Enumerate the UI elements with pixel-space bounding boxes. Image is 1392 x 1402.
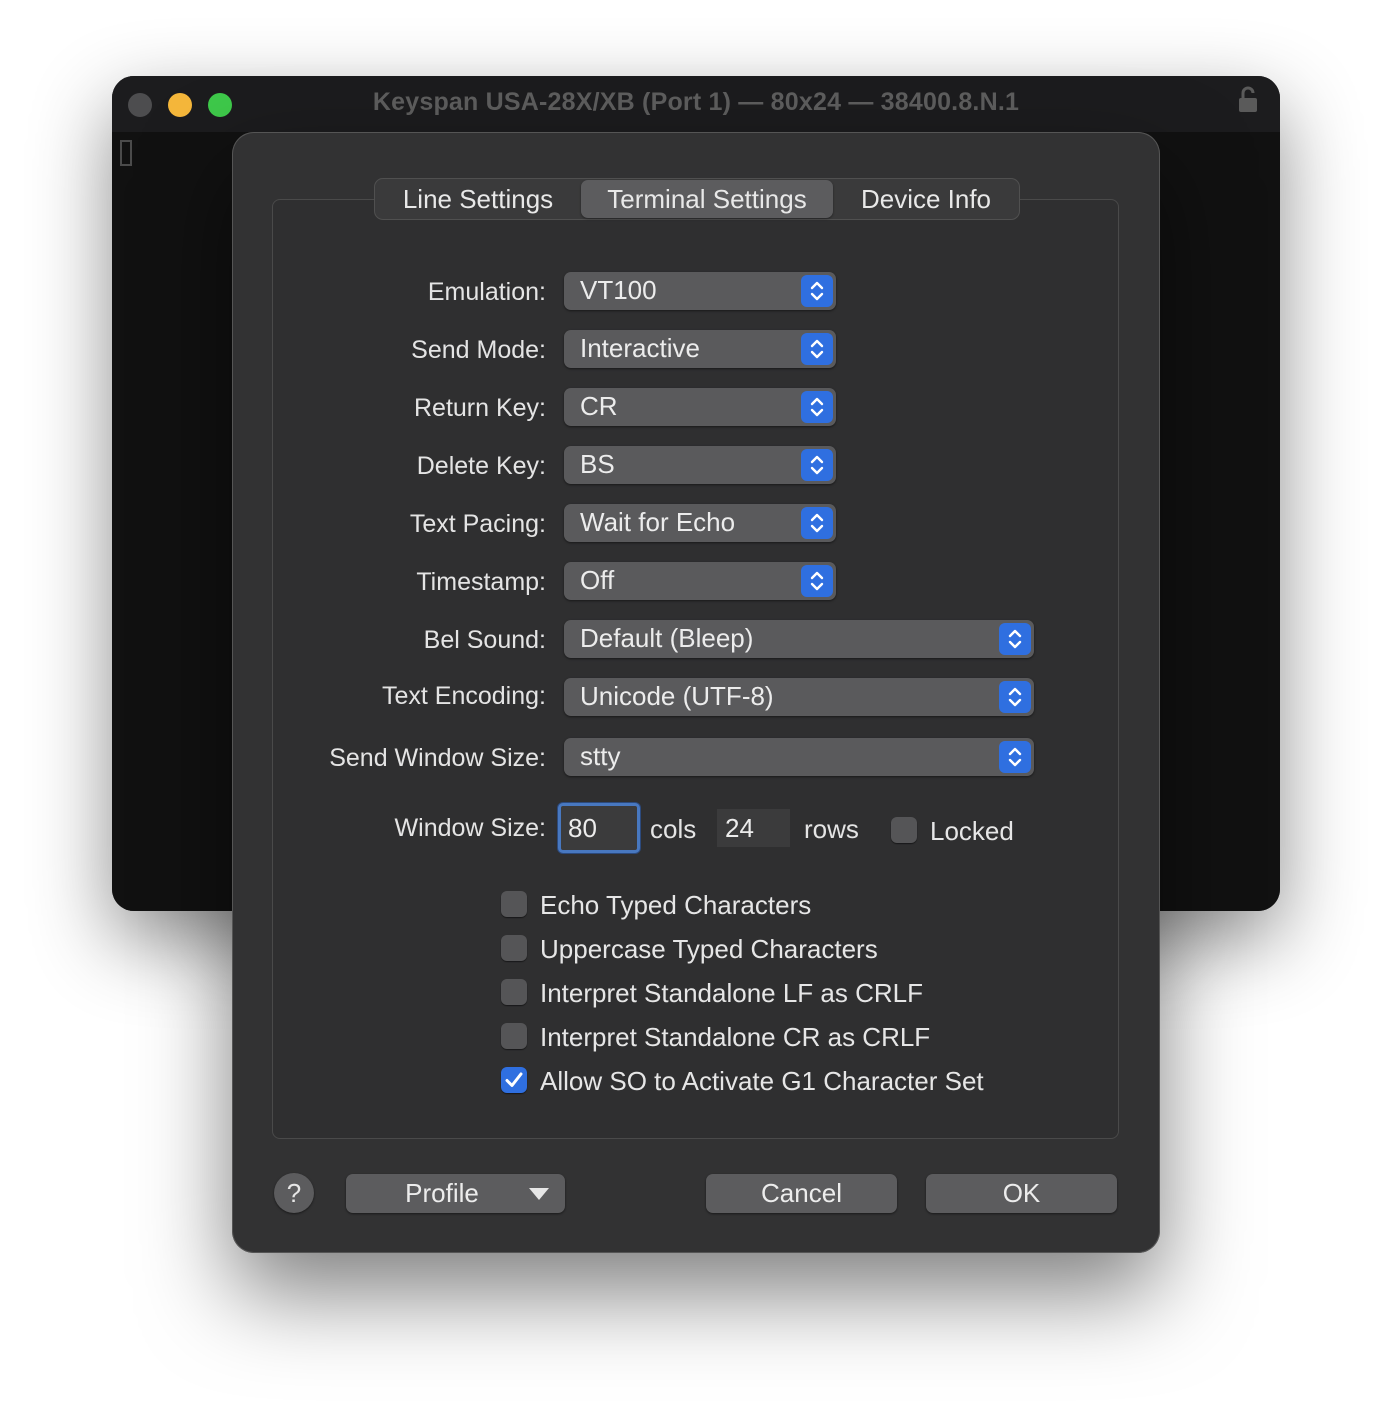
return-key-popup[interactable]: CR xyxy=(564,388,836,426)
rows-field[interactable]: 24 xyxy=(717,809,790,847)
tab-bar: Line Settings Terminal Settings Device I… xyxy=(374,178,1020,220)
lf-as-crlf-label: Interpret Standalone LF as CRLF xyxy=(540,978,923,1008)
delete-key-popup[interactable]: BS xyxy=(564,446,836,484)
chevron-updown-icon xyxy=(999,681,1031,713)
timestamp-label: Timestamp: xyxy=(416,568,546,596)
rows-unit-label: rows xyxy=(804,814,859,844)
cancel-button[interactable]: Cancel xyxy=(706,1174,897,1213)
return-key-value: CR xyxy=(580,391,618,421)
ok-button[interactable]: OK xyxy=(926,1174,1117,1213)
chevron-updown-icon xyxy=(801,449,833,481)
text-encoding-value: Unicode (UTF-8) xyxy=(580,681,774,711)
bel-sound-popup[interactable]: Default (Bleep) xyxy=(564,620,1034,658)
text-encoding-popup[interactable]: Unicode (UTF-8) xyxy=(564,678,1034,716)
window-title: Keyspan USA-28X/XB (Port 1) — 80x24 — 38… xyxy=(372,88,1020,116)
text-pacing-label: Text Pacing: xyxy=(409,510,546,538)
echo-typed-checkbox[interactable] xyxy=(501,891,527,917)
text-pacing-popup[interactable]: Wait for Echo xyxy=(564,504,836,542)
chevron-updown-icon xyxy=(999,741,1031,773)
help-button[interactable]: ? xyxy=(274,1173,314,1213)
send-mode-label: Send Mode: xyxy=(411,336,546,364)
chevron-updown-icon xyxy=(801,275,833,307)
text-pacing-value: Wait for Echo xyxy=(580,507,736,537)
locked-label: Locked xyxy=(930,816,1014,846)
send-mode-popup[interactable]: Interactive xyxy=(564,330,836,368)
send-window-size-popup[interactable]: stty xyxy=(564,738,1034,776)
chevron-updown-icon xyxy=(801,565,833,597)
cols-field[interactable]: 80 xyxy=(558,803,640,853)
return-key-label: Return Key: xyxy=(413,394,546,422)
cr-as-crlf-checkbox[interactable] xyxy=(501,1023,527,1049)
text-cursor xyxy=(120,140,132,166)
timestamp-popup[interactable]: Off xyxy=(564,562,836,600)
chevron-updown-icon xyxy=(999,623,1031,655)
tab-device-info[interactable]: Device Info xyxy=(833,180,1019,218)
emulation-popup[interactable]: VT100 xyxy=(564,272,836,310)
tab-terminal-settings[interactable]: Terminal Settings xyxy=(581,180,833,218)
echo-typed-label: Echo Typed Characters xyxy=(540,890,812,920)
title-bar[interactable]: Keyspan USA-28X/XB (Port 1) — 80x24 — 38… xyxy=(112,76,1280,132)
lock-icon[interactable] xyxy=(1238,86,1258,114)
send-window-size-value: stty xyxy=(580,741,621,771)
checkmark-icon xyxy=(505,1072,523,1087)
profile-button-label: Profile xyxy=(405,1178,479,1208)
triangle-down-icon xyxy=(529,1188,549,1200)
text-encoding-label: Text Encoding: xyxy=(382,682,546,710)
allow-so-g1-checkbox[interactable] xyxy=(501,1067,527,1093)
profile-button[interactable]: Profile xyxy=(346,1174,565,1213)
chevron-updown-icon xyxy=(801,507,833,539)
allow-so-g1-label: Allow SO to Activate G1 Character Set xyxy=(540,1066,984,1096)
lf-as-crlf-checkbox[interactable] xyxy=(501,979,527,1005)
bel-sound-value: Default (Bleep) xyxy=(580,623,754,653)
send-mode-value: Interactive xyxy=(580,333,700,363)
chevron-updown-icon xyxy=(801,391,833,423)
cols-unit-label: cols xyxy=(650,814,697,844)
cr-as-crlf-label: Interpret Standalone CR as CRLF xyxy=(540,1022,931,1052)
delete-key-label: Delete Key: xyxy=(416,452,546,480)
timestamp-value: Off xyxy=(580,565,615,595)
emulation-value: VT100 xyxy=(580,275,657,305)
uppercase-typed-label: Uppercase Typed Characters xyxy=(540,934,878,964)
chevron-updown-icon xyxy=(801,333,833,365)
window-size-label: Window Size: xyxy=(394,814,546,842)
uppercase-typed-checkbox[interactable] xyxy=(501,935,527,961)
send-window-size-label: Send Window Size: xyxy=(329,744,546,772)
tab-line-settings[interactable]: Line Settings xyxy=(375,180,581,218)
settings-sheet: Line Settings Terminal Settings Device I… xyxy=(232,132,1160,1253)
bel-sound-label: Bel Sound: xyxy=(423,626,546,654)
locked-checkbox[interactable] xyxy=(891,817,917,843)
emulation-label: Emulation: xyxy=(427,278,546,306)
delete-key-value: BS xyxy=(580,449,615,479)
